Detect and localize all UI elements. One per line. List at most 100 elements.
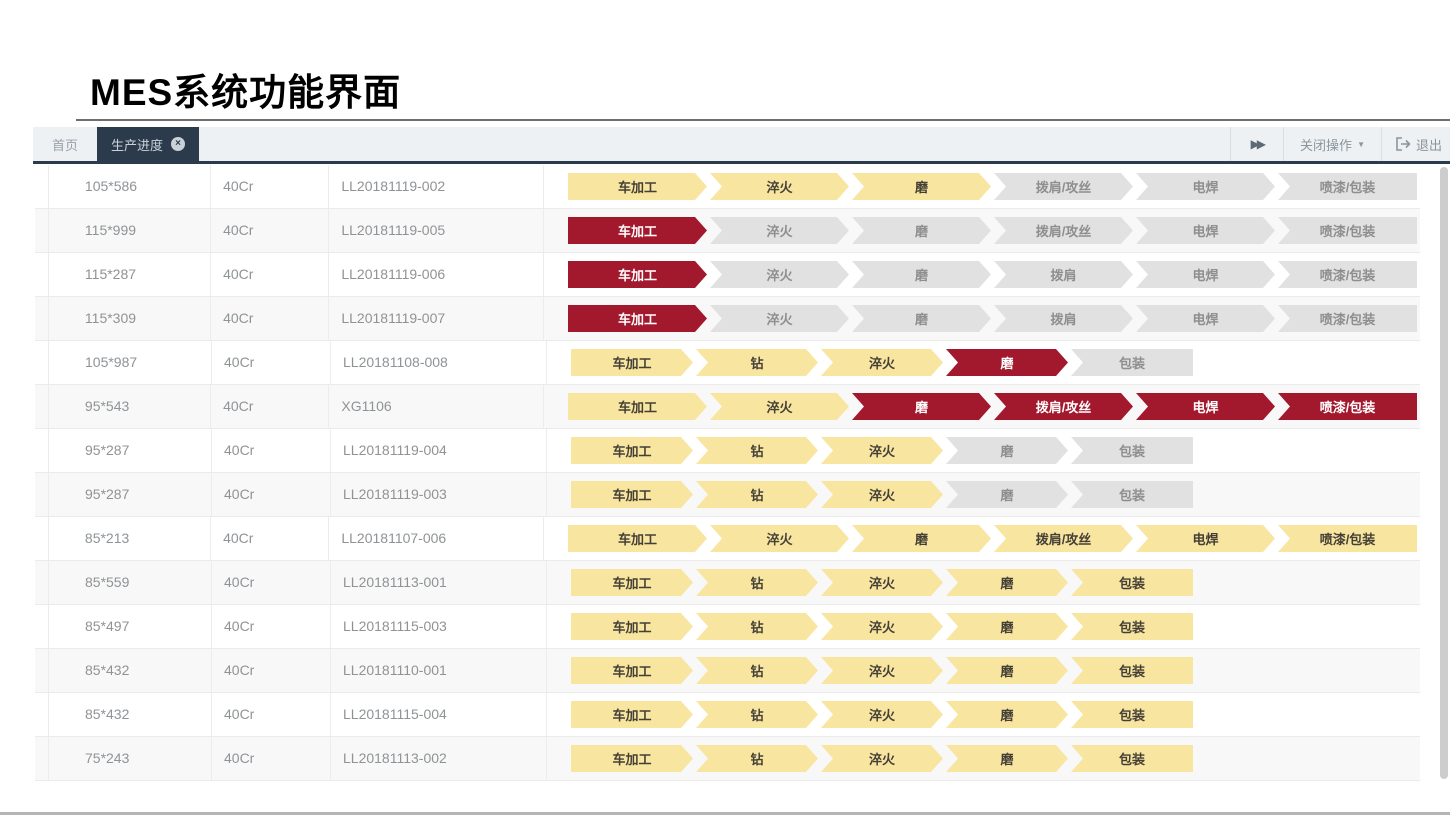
table-row[interactable]: 95*287 40Cr LL20181119-004 车加工钻淬火磨包装 — [35, 429, 1420, 473]
process-flow: 车加工钻淬火磨包装 — [547, 605, 1420, 648]
process-step: 车加工 — [571, 745, 693, 772]
tab-close-icon[interactable]: × — [171, 137, 185, 151]
process-step: 电焊 — [1136, 261, 1275, 288]
table-row[interactable]: 85*213 40Cr LL20181107-006 车加工淬火磨拨肩/攻丝电焊… — [35, 517, 1420, 561]
process-step: 车加工 — [571, 437, 693, 464]
process-step: 淬火 — [821, 745, 943, 772]
process-step: 拨肩/攻丝 — [994, 525, 1133, 552]
process-flow: 车加工淬火磨拨肩/攻丝电焊喷漆/包装 — [544, 385, 1420, 428]
row-gutter-cell — [35, 693, 49, 736]
process-step: 磨 — [946, 613, 1068, 640]
row-gutter-cell — [35, 561, 49, 604]
process-step: 喷漆/包装 — [1278, 525, 1417, 552]
dimension-cell: 85*432 — [49, 693, 212, 736]
process-step: 磨 — [852, 217, 991, 244]
process-step: 车加工 — [571, 569, 693, 596]
process-step: 包装 — [1071, 657, 1193, 684]
material-cell: 40Cr — [212, 561, 331, 604]
process-step: 淬火 — [710, 261, 849, 288]
table-row[interactable]: 85*559 40Cr LL20181113-001 车加工钻淬火磨包装 — [35, 561, 1420, 605]
order-number-cell: LL20181110-001 — [331, 649, 547, 692]
process-step: 淬火 — [821, 569, 943, 596]
progress-table-body: 105*586 40Cr LL20181119-002 车加工淬火磨拨肩/攻丝电… — [35, 165, 1420, 781]
title-underline — [76, 119, 1450, 121]
material-cell: 40Cr — [212, 737, 331, 780]
process-flow: 车加工淬火磨拨肩电焊喷漆/包装 — [544, 297, 1420, 340]
table-row[interactable]: 85*432 40Cr LL20181115-004 车加工钻淬火磨包装 — [35, 693, 1420, 737]
table-row[interactable]: 85*497 40Cr LL20181115-003 车加工钻淬火磨包装 — [35, 605, 1420, 649]
process-step: 淬火 — [821, 349, 943, 376]
material-cell: 40Cr — [211, 165, 329, 208]
logout-label: 退出 — [1416, 135, 1442, 154]
table-row[interactable]: 115*287 40Cr LL20181119-006 车加工淬火磨拨肩电焊喷漆… — [35, 253, 1420, 297]
table-row[interactable]: 95*543 40Cr XG1106 车加工淬火磨拨肩/攻丝电焊喷漆/包装 — [35, 385, 1420, 429]
material-cell: 40Cr — [212, 649, 331, 692]
process-flow: 车加工钻淬火磨包装 — [547, 429, 1420, 472]
table-row[interactable]: 95*287 40Cr LL20181119-003 车加工钻淬火磨包装 — [35, 473, 1420, 517]
process-step: 电焊 — [1136, 173, 1275, 200]
material-cell: 40Cr — [211, 517, 329, 560]
process-flow: 车加工淬火磨拨肩/攻丝电焊喷漆/包装 — [544, 517, 1420, 560]
process-step: 电焊 — [1136, 217, 1275, 244]
order-number-cell: LL20181119-003 — [331, 473, 547, 516]
row-gutter-cell — [35, 209, 49, 252]
row-gutter-cell — [35, 649, 49, 692]
process-step: 包装 — [1071, 437, 1193, 464]
process-step: 包装 — [1071, 745, 1193, 772]
process-step: 淬火 — [821, 613, 943, 640]
process-step: 钻 — [696, 481, 818, 508]
process-step: 电焊 — [1136, 525, 1275, 552]
material-cell: 40Cr — [212, 341, 331, 384]
table-row[interactable]: 115*309 40Cr LL20181119-007 车加工淬火磨拨肩电焊喷漆… — [35, 297, 1420, 341]
process-step: 车加工 — [571, 349, 693, 376]
process-step: 包装 — [1071, 349, 1193, 376]
tab-bar: 首页 生产进度 × ▶▶ 关闭操作 ▼ 退出 — [33, 127, 1450, 164]
table-row[interactable]: 85*432 40Cr LL20181110-001 车加工钻淬火磨包装 — [35, 649, 1420, 693]
order-number-cell: LL20181107-006 — [329, 517, 544, 560]
process-step: 淬火 — [821, 657, 943, 684]
process-step: 磨 — [852, 261, 991, 288]
table-row[interactable]: 75*243 40Cr LL20181113-002 车加工钻淬火磨包装 — [35, 737, 1420, 781]
row-gutter-cell — [35, 517, 49, 560]
process-flow: 车加工淬火磨拨肩/攻丝电焊喷漆/包装 — [544, 209, 1420, 252]
material-cell: 40Cr — [211, 297, 329, 340]
process-step: 钻 — [696, 613, 818, 640]
dimension-cell: 85*432 — [49, 649, 212, 692]
order-number-cell: LL20181113-002 — [331, 737, 547, 780]
process-flow: 车加工钻淬火磨包装 — [547, 737, 1420, 780]
table-row[interactable]: 105*987 40Cr LL20181108-008 车加工钻淬火磨包装 — [35, 341, 1420, 385]
process-step: 车加工 — [571, 701, 693, 728]
row-gutter-cell — [35, 385, 49, 428]
process-step: 淬火 — [710, 173, 849, 200]
vertical-scrollbar[interactable] — [1440, 167, 1448, 779]
order-number-cell: LL20181113-001 — [331, 561, 547, 604]
process-step: 磨 — [946, 481, 1068, 508]
process-step: 车加工 — [571, 481, 693, 508]
fast-forward-icon[interactable]: ▶▶ — [1231, 127, 1283, 161]
process-step: 磨 — [852, 525, 991, 552]
dimension-cell: 95*287 — [49, 429, 212, 472]
row-gutter-cell — [35, 165, 49, 208]
tab-home[interactable]: 首页 — [33, 127, 97, 161]
bottom-border — [0, 812, 1450, 815]
close-operations-dropdown[interactable]: 关闭操作 ▼ — [1284, 127, 1381, 161]
table-row[interactable]: 115*999 40Cr LL20181119-005 车加工淬火磨拨肩/攻丝电… — [35, 209, 1420, 253]
page-title: MES系统功能界面 — [90, 62, 401, 116]
process-flow: 车加工钻淬火磨包装 — [547, 649, 1420, 692]
process-step: 拨肩 — [994, 305, 1133, 332]
close-operations-label: 关闭操作 — [1300, 135, 1352, 154]
process-step: 拨肩/攻丝 — [994, 217, 1133, 244]
table-row[interactable]: 105*586 40Cr LL20181119-002 车加工淬火磨拨肩/攻丝电… — [35, 165, 1420, 209]
row-gutter-cell — [35, 341, 49, 384]
row-gutter-cell — [35, 605, 49, 648]
process-step: 喷漆/包装 — [1278, 261, 1417, 288]
row-gutter-cell — [35, 253, 49, 296]
row-gutter-cell — [35, 297, 49, 340]
tab-production-progress[interactable]: 生产进度 × — [97, 127, 199, 161]
process-step: 拨肩/攻丝 — [994, 393, 1133, 420]
logout-button[interactable]: 退出 — [1382, 127, 1450, 161]
row-gutter-cell — [35, 737, 49, 780]
process-step: 淬火 — [821, 437, 943, 464]
order-number-cell: LL20181119-005 — [329, 209, 544, 252]
process-step: 车加工 — [568, 217, 707, 244]
